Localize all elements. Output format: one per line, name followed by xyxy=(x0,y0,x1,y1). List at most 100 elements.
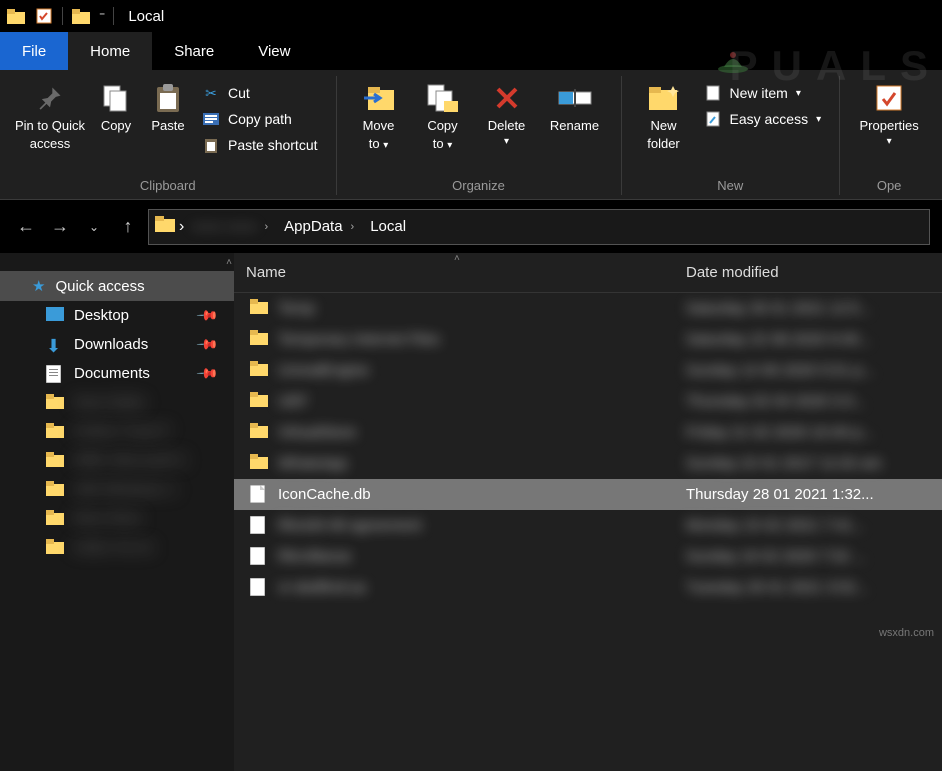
list-item[interactable]: TempSaturday 30 01 2021 12:5... xyxy=(234,293,942,324)
list-item[interactable]: VirtualStoreFriday 21 02 2020 10:40 p... xyxy=(234,417,942,448)
breadcrumb-segment-local[interactable]: Local xyxy=(366,218,410,235)
tab-share[interactable]: Share xyxy=(152,32,236,70)
folder-icon xyxy=(250,392,268,412)
file-date: Thursday 28 01 2021 1:32... xyxy=(674,486,942,503)
folder-icon xyxy=(46,539,64,556)
copy-to-button[interactable]: Copy to ▾ xyxy=(413,78,473,152)
tab-home[interactable]: Home xyxy=(68,32,152,70)
address-folder-icon xyxy=(155,216,175,237)
copy-path-label: Copy path xyxy=(228,111,292,127)
downloads-icon: ⬇ xyxy=(46,336,64,353)
forward-button[interactable]: → xyxy=(46,213,74,241)
sidebar-item-blurred[interactable]: Rem Rem xyxy=(0,504,234,533)
downloads-label: Downloads xyxy=(74,336,148,353)
tab-view[interactable]: View xyxy=(236,32,312,70)
new-item-button[interactable]: New item ▾ xyxy=(698,82,828,104)
list-item-selected[interactable]: IconCache.db Thursday 28 01 2021 1:32... xyxy=(234,479,942,510)
qat-overflow-icon[interactable]: ⁼ xyxy=(99,9,105,23)
copy-path-icon xyxy=(202,110,220,128)
folder-quick-icon[interactable] xyxy=(71,6,91,26)
properties-quick-icon[interactable] xyxy=(34,6,54,26)
list-item[interactable]: vr-dedfind:uaTuesday 26 01 2021 3:52... xyxy=(234,572,942,603)
navigation-tree: ˄˅ ★ Quick access Desktop 📌 ⬇ Downloads … xyxy=(0,253,234,771)
copy-path-button[interactable]: Copy path xyxy=(196,108,324,130)
properties-button[interactable]: Properties ▾ xyxy=(852,78,926,148)
delete-label: Delete xyxy=(488,118,526,134)
paste-button[interactable]: Paste xyxy=(144,78,192,134)
sidebar-item-blurred[interactable]: Index Int-on xyxy=(0,533,234,562)
breadcrumb-segment-user[interactable]: —— ——› xyxy=(188,218,276,235)
properties-caret-icon: ▾ xyxy=(887,136,892,148)
list-item[interactable]: UEFThursday 02 04 2020 3:3... xyxy=(234,386,942,417)
sidebar-item-desktop[interactable]: Desktop 📌 xyxy=(0,301,234,330)
new-folder-button[interactable]: New folder xyxy=(634,78,694,151)
recent-locations-button[interactable]: ⌄ xyxy=(80,213,108,241)
sidebar-item-blurred[interactable]: 185 Windows 1 xyxy=(0,475,234,504)
cut-button[interactable]: ✂ Cut xyxy=(196,82,324,104)
paste-shortcut-icon xyxy=(202,136,220,154)
paste-shortcut-button[interactable]: Paste shortcut xyxy=(196,134,324,156)
paste-label: Paste xyxy=(151,118,184,134)
group-label-clipboard: Clipboard xyxy=(140,174,196,195)
rename-button[interactable]: Rename xyxy=(541,78,609,134)
column-headers: ˄ Name Date modified xyxy=(234,253,942,293)
column-date-modified[interactable]: Date modified xyxy=(674,253,942,292)
documents-icon xyxy=(46,365,64,382)
copy-button[interactable]: Copy xyxy=(92,78,140,134)
file-icon xyxy=(250,578,268,598)
file-icon xyxy=(250,516,268,536)
folder-icon xyxy=(46,394,64,411)
ribbon: Pin to Quick access Copy Paste ✂ Cut xyxy=(0,70,942,199)
chevron-right-icon: › xyxy=(347,221,359,233)
star-icon: ★ xyxy=(32,277,45,295)
pin-icon: 📌 xyxy=(195,361,219,385)
list-item[interactable]: RkrvillanseSunday 16 02 2020 7:52 ... xyxy=(234,541,942,572)
copy-to-label-2: to ▾ xyxy=(433,136,453,152)
pin-to-quick-access-button[interactable]: Pin to Quick access xyxy=(12,78,88,151)
sidebar-item-blurred[interactable]: New folder xyxy=(0,388,234,417)
delete-caret-icon: ▾ xyxy=(504,136,509,148)
folder-icon xyxy=(250,454,268,474)
list-item[interactable]: UnrealEngineSunday 14 06 2020 5:51 p... xyxy=(234,355,942,386)
file-icon xyxy=(250,485,268,505)
paste-shortcut-label: Paste shortcut xyxy=(228,137,318,153)
address-bar[interactable]: › —— ——› AppData› Local xyxy=(148,209,930,245)
sidebar-item-documents[interactable]: Documents 📌 xyxy=(0,359,234,388)
ribbon-group-clipboard: Pin to Quick access Copy Paste ✂ Cut xyxy=(0,76,337,195)
documents-label: Documents xyxy=(74,365,150,382)
list-item[interactable]: WhatsAppSunday 22 01 2017 11:02 am xyxy=(234,448,942,479)
chevron-right-icon: › xyxy=(261,221,273,233)
breadcrumb-segment-appdata[interactable]: AppData› xyxy=(280,218,362,235)
scroll-up-icon[interactable]: ˄ xyxy=(226,257,232,268)
delete-icon xyxy=(489,80,525,116)
pin-label-1: Pin to Quick xyxy=(15,118,85,134)
list-item[interactable]: Temporary Internet FilesSaturday 22 08 2… xyxy=(234,324,942,355)
window-title: Local xyxy=(122,8,164,25)
up-button[interactable]: ↑ xyxy=(114,213,142,241)
easy-access-button[interactable]: Easy access ▾ xyxy=(698,108,828,130)
rename-label: Rename xyxy=(550,118,599,134)
sidebar-item-downloads[interactable]: ⬇ Downloads 📌 xyxy=(0,330,234,359)
list-item[interactable]: RkvId4:48 agreementMonday 15 02 2021 7:4… xyxy=(234,510,942,541)
qat-divider xyxy=(62,7,63,25)
source-watermark: wsxdn.com xyxy=(879,627,934,639)
back-button[interactable]: ← xyxy=(12,213,40,241)
sidebar-item-quick-access[interactable]: ★ Quick access xyxy=(0,271,234,301)
scissors-icon: ✂ xyxy=(202,84,220,102)
quick-access-label: Quick access xyxy=(55,278,144,295)
ribbon-group-open: Properties ▾ Ope xyxy=(840,76,938,195)
qat-divider-2 xyxy=(113,7,114,25)
sidebar-item-blurred[interactable]: 3RB: Microsoft C xyxy=(0,446,234,475)
ribbon-group-new: New folder New item ▾ Easy access ▾ xyxy=(622,76,841,195)
delete-button[interactable]: Delete ▾ xyxy=(477,78,537,148)
ribbon-group-organize: Move to ▾ Copy to ▾ Delete ▾ Rename xyxy=(337,76,622,195)
folder-icon xyxy=(250,330,268,350)
move-to-button[interactable]: Move to ▾ xyxy=(349,78,409,152)
chevron-right-icon[interactable]: › xyxy=(179,218,184,236)
copy-icon xyxy=(98,80,134,116)
tab-file[interactable]: File xyxy=(0,32,68,70)
move-to-label-2: to ▾ xyxy=(369,136,389,152)
easy-access-icon xyxy=(704,110,722,128)
app-folder-icon xyxy=(6,6,26,26)
sidebar-item-blurred[interactable]: Online Treat P xyxy=(0,417,234,446)
